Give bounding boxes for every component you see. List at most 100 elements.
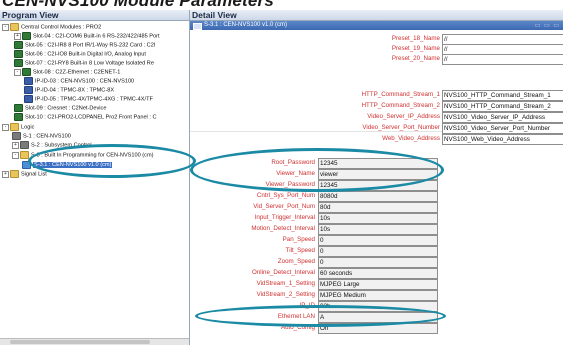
param-value-field[interactable]: 0 bbox=[318, 246, 438, 257]
param-row: Viewer_Name viewer bbox=[190, 169, 563, 180]
param-value-field[interactable]: NVS100_Web_Video_Address bbox=[442, 134, 563, 145]
param-value-field[interactable]: 12345 bbox=[318, 180, 438, 191]
tree-item-label: Logic bbox=[21, 124, 35, 131]
tree-item-label: Slot-05 : C2I-IR8 8 Port IR/1-Way RS-232… bbox=[25, 42, 156, 49]
symbol-icon bbox=[22, 161, 31, 169]
param-value-field[interactable]: NVS100_HTTP_Command_Stream_1 bbox=[442, 90, 563, 101]
tree-item[interactable]: Slot-07 : C2I-RY8 Built-in 8 Low Voltage… bbox=[14, 59, 154, 68]
param-value-field[interactable]: 10s bbox=[318, 224, 438, 235]
tree-item-label: S-1 : CEN-NVS100 bbox=[23, 133, 71, 140]
param-name: Ethernet LAN bbox=[277, 313, 315, 320]
tree-item[interactable]: IP-ID-03 : CEN-NVS100 : CEN-NVS100 bbox=[24, 77, 134, 86]
tree-item[interactable]: - Logic bbox=[2, 123, 34, 132]
param-name: IP_ID bbox=[299, 302, 315, 309]
param-name: Preset_19_Name bbox=[391, 45, 440, 52]
param-row: Video_Server_Port_Number NVS100_Video_Ser… bbox=[190, 123, 563, 134]
param-value-field[interactable]: 8080d bbox=[318, 191, 438, 202]
tree-item-label: IP-ID-03 : CEN-NVS100 : CEN-NVS100 bbox=[35, 78, 135, 85]
param-value-field[interactable]: 03h bbox=[318, 301, 438, 312]
card-icon bbox=[14, 113, 23, 121]
param-row: HTTP_Command_Stream_1 NVS100_HTTP_Command… bbox=[190, 90, 563, 101]
param-value-field[interactable]: NVS100_Video_Server_Port_Number bbox=[442, 123, 563, 134]
param-row: Preset_19_Name// bbox=[190, 44, 563, 55]
collapse-icon[interactable]: - bbox=[12, 151, 19, 159]
collapse-icon[interactable]: - bbox=[14, 68, 21, 76]
device-title: S-3.1 : CEN-NVS100 v1.0 (cm) bbox=[204, 22, 288, 28]
tree-item[interactable]: Slot-05 : C2I-IR8 8 Port IR/1-Way RS-232… bbox=[14, 41, 155, 50]
card-icon bbox=[14, 41, 23, 49]
tree-item[interactable]: - S-3 : Built In Programming for CEN-NVS1… bbox=[12, 151, 153, 160]
tree-item-label: Slot-08 : C2Z-Ethernet : C2ENET-1 bbox=[33, 69, 121, 76]
param-name: Root_Password bbox=[271, 159, 315, 166]
param-row: Preset_20_Name// bbox=[190, 54, 563, 65]
card-icon bbox=[14, 50, 23, 58]
param-row: Root_Password 12345 bbox=[190, 158, 563, 169]
param-value-field[interactable]: viewer bbox=[318, 169, 438, 180]
tree-item[interactable]: Slot-09 : Cresnet : C2Net-Device bbox=[14, 104, 106, 113]
parameter-grid: Preset_18_Name //Preset_19_Name//Preset_2… bbox=[190, 30, 563, 345]
tree-item[interactable]: S-1 : CEN-NVS100 bbox=[12, 132, 71, 141]
param-row: Motion_Detect_Interval 10s bbox=[190, 224, 563, 235]
param-value-field[interactable]: 10s bbox=[318, 213, 438, 224]
param-row: Tilt_Speed 0 bbox=[190, 246, 563, 257]
expand-icon[interactable]: + bbox=[12, 141, 19, 149]
program-icon bbox=[12, 132, 21, 140]
param-value-field[interactable]: // bbox=[442, 54, 563, 65]
param-value-field[interactable]: On bbox=[318, 323, 438, 334]
param-row: VidStream_1_Setting MJPEG Large bbox=[190, 279, 563, 290]
tree-item-label: IP-ID-04 : TPMC-8X : TPMC-8X bbox=[35, 87, 115, 94]
param-value-field[interactable]: NVS100_HTTP_Command_Stream_2 bbox=[442, 101, 563, 112]
tree-item-label: Slot-10 : C2I-PRO2-LCDPANEL Pro2 Front P… bbox=[25, 114, 157, 121]
param-name: Online_Detect_Interval bbox=[252, 269, 315, 276]
device-icon bbox=[24, 95, 33, 103]
tree-item[interactable]: + Slot-04 : C2I-COM6 Built-in 6 RS-232/42… bbox=[14, 32, 160, 41]
param-value-field[interactable]: MJPEG Medium bbox=[318, 290, 438, 301]
param-value-field[interactable]: 60 seconds bbox=[318, 268, 438, 279]
collapse-icon[interactable]: - bbox=[2, 23, 9, 31]
param-name: Viewer_Name bbox=[276, 170, 315, 177]
tree-item-label: S-3 : Built In Programming for CEN-NVS10… bbox=[31, 152, 154, 159]
tree-item[interactable]: + Signal List bbox=[2, 170, 47, 179]
card-icon bbox=[22, 32, 31, 40]
tree-item[interactable]: Slot-10 : C2I-PRO2-LCDPANEL Pro2 Front P… bbox=[14, 113, 157, 122]
param-name: VidStream_1_Setting bbox=[256, 280, 315, 287]
param-value-field[interactable]: MJPEG Large bbox=[318, 279, 438, 290]
tree-item[interactable]: Slot-06 : C2I-IO8 Built-in Digital I/O, … bbox=[14, 50, 146, 59]
param-value-field[interactable]: A bbox=[318, 312, 438, 323]
expand-icon[interactable]: + bbox=[14, 32, 21, 40]
param-row: Cntrl_Sys_Port_Num 8080d bbox=[190, 191, 563, 202]
tree-item-label: S-2 : Subsystem Control bbox=[31, 142, 92, 149]
document-title-text: CEN-NVS100 Module Parameters bbox=[2, 0, 275, 10]
tree-item[interactable]: IP-ID-05 : TPMC-4X/TPMC-4XG : TPMC-4X/TF bbox=[24, 95, 153, 104]
param-row: Web_Video_Address NVS100_Web_Video_Addres… bbox=[190, 134, 563, 145]
horizontal-scrollbar[interactable] bbox=[0, 338, 189, 345]
tree-item[interactable]: IP-ID-04 : TPMC-8X : TPMC-8X bbox=[24, 86, 114, 95]
param-name: HTTP_Command_Stream_1 bbox=[361, 91, 440, 98]
collapse-icon[interactable]: - bbox=[2, 123, 9, 131]
param-name: Zoom_Speed bbox=[277, 258, 315, 265]
param-name: HTTP_Command_Stream_2 bbox=[361, 102, 440, 109]
param-value-field[interactable]: NVS100_Video_Server_IP_Address bbox=[442, 112, 563, 123]
tree-item-label: S-3.1 : CEN-NVS100 v1.0 (cm) bbox=[33, 162, 113, 169]
param-value-field[interactable]: 0 bbox=[318, 257, 438, 268]
param-value-field[interactable]: 0 bbox=[318, 235, 438, 246]
scrollbar-thumb[interactable] bbox=[10, 340, 150, 344]
card-icon bbox=[14, 104, 23, 112]
param-value-field[interactable]: 80d bbox=[318, 202, 438, 213]
param-value-field[interactable]: 12345 bbox=[318, 158, 438, 169]
param-row: VidStream_2_Setting MJPEG Medium bbox=[190, 290, 563, 301]
program-view-title: Program View bbox=[0, 10, 189, 21]
tree-item[interactable]: S-3.1 : CEN-NVS100 v1.0 (cm) bbox=[22, 161, 113, 170]
expand-icon[interactable]: + bbox=[2, 170, 9, 178]
tree-item-label: IP-ID-05 : TPMC-4X/TPMC-4XG : TPMC-4X/TF bbox=[35, 96, 153, 103]
param-name: Preset_18_Name bbox=[391, 35, 440, 42]
param-name: Video_Server_Port_Number bbox=[362, 124, 440, 131]
tree-item[interactable]: + S-2 : Subsystem Control bbox=[12, 141, 92, 150]
param-name: Motion_Detect_Interval bbox=[251, 225, 315, 232]
tree-item[interactable]: - Slot-08 : C2Z-Ethernet : C2ENET-1 bbox=[14, 68, 120, 77]
tree-item[interactable]: - Central Control Modules : PRO2 bbox=[2, 23, 101, 32]
param-name: Pan_Speed bbox=[282, 236, 315, 243]
param-name: Auto_Config bbox=[280, 324, 315, 331]
device-icon bbox=[24, 86, 33, 94]
param-name: Web_Video_Address bbox=[382, 135, 440, 142]
